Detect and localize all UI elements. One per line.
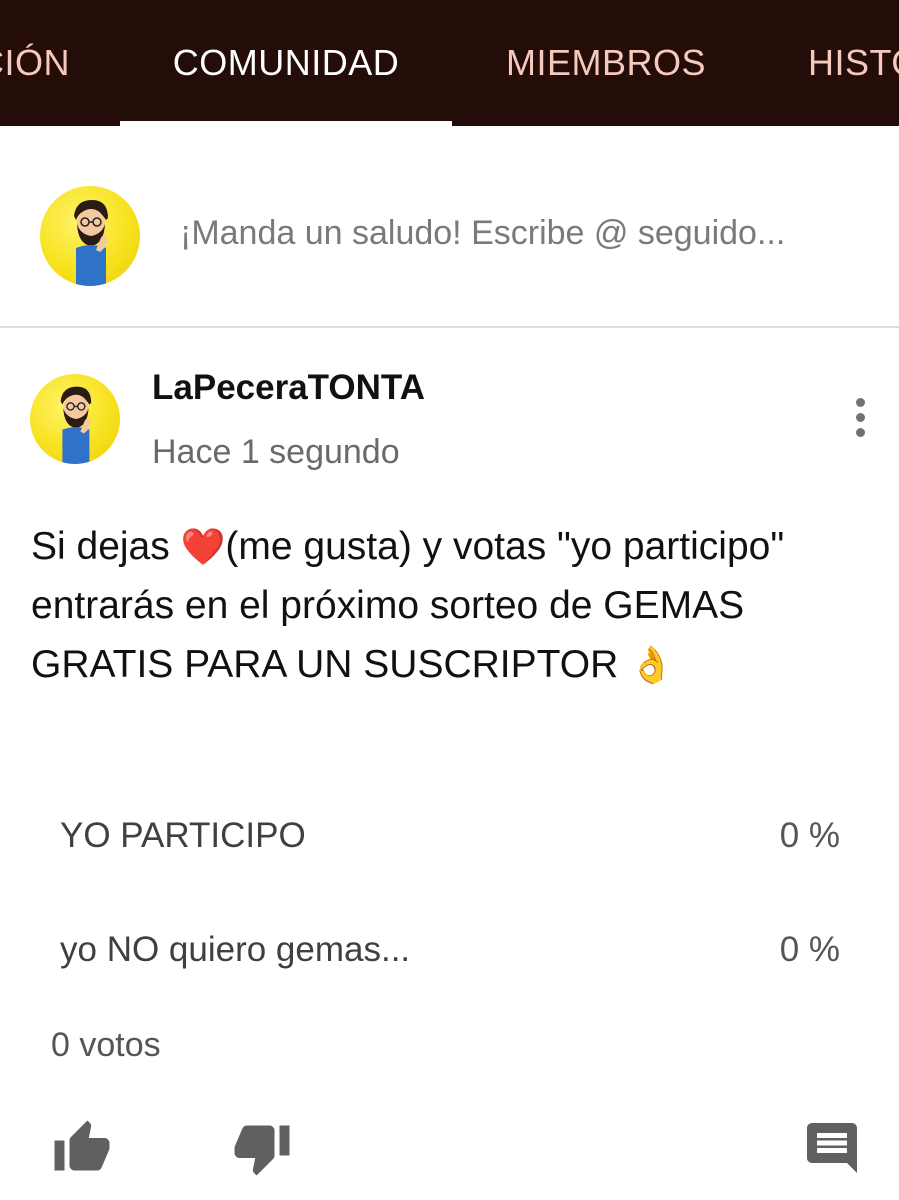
post-text-part1: Si dejas	[31, 525, 181, 568]
dislike-button[interactable]	[232, 1118, 292, 1178]
heart-emoji-icon: ❤️	[180, 526, 226, 567]
poll-option-yes[interactable]: YO PARTICIPO 0 %	[60, 806, 840, 866]
ok-hand-emoji-icon: 👌	[629, 644, 674, 685]
bearded-man-avatar-icon	[60, 386, 92, 464]
post-author-avatar[interactable]	[30, 374, 120, 464]
like-button[interactable]	[52, 1118, 112, 1178]
poll-option-label: yo NO quiero gemas...	[60, 930, 411, 969]
thumb-up-icon	[54, 1120, 110, 1171]
tab-informacion[interactable]: CIÓN	[0, 0, 140, 126]
tab-miembros[interactable]: MIEMBROS	[470, 0, 742, 126]
comment-icon	[807, 1123, 857, 1173]
more-options-button[interactable]	[838, 394, 882, 446]
poll-option-percent: 0 %	[779, 816, 840, 855]
tab-comunidad[interactable]: COMUNIDAD	[120, 0, 452, 126]
poll-option-percent: 0 %	[779, 930, 840, 969]
post-body: Si dejas ❤️(me gusta) y votas "yo partic…	[31, 517, 871, 694]
tab-historias[interactable]: HISTO	[808, 0, 899, 126]
channel-tab-bar: CIÓN COMUNIDAD MIEMBROS HISTO	[0, 0, 899, 126]
compose-input[interactable]: ¡Manda un saludo! Escribe @ seguido...	[180, 214, 880, 253]
comment-button[interactable]	[802, 1118, 862, 1178]
poll-vote-count: 0 votos	[51, 1026, 161, 1064]
compose-post-row[interactable]: ¡Manda un saludo! Escribe @ seguido...	[0, 126, 899, 328]
post-author-name[interactable]: LaPeceraTONTA	[152, 368, 425, 408]
user-avatar	[40, 186, 140, 286]
poll-option-label: YO PARTICIPO	[60, 816, 306, 855]
post-timestamp: Hace 1 segundo	[152, 433, 400, 471]
more-vertical-icon	[838, 398, 882, 437]
thumb-down-icon	[234, 1125, 290, 1176]
bearded-man-avatar-icon	[74, 200, 108, 286]
poll-option-no[interactable]: yo NO quiero gemas... 0 %	[60, 920, 840, 980]
